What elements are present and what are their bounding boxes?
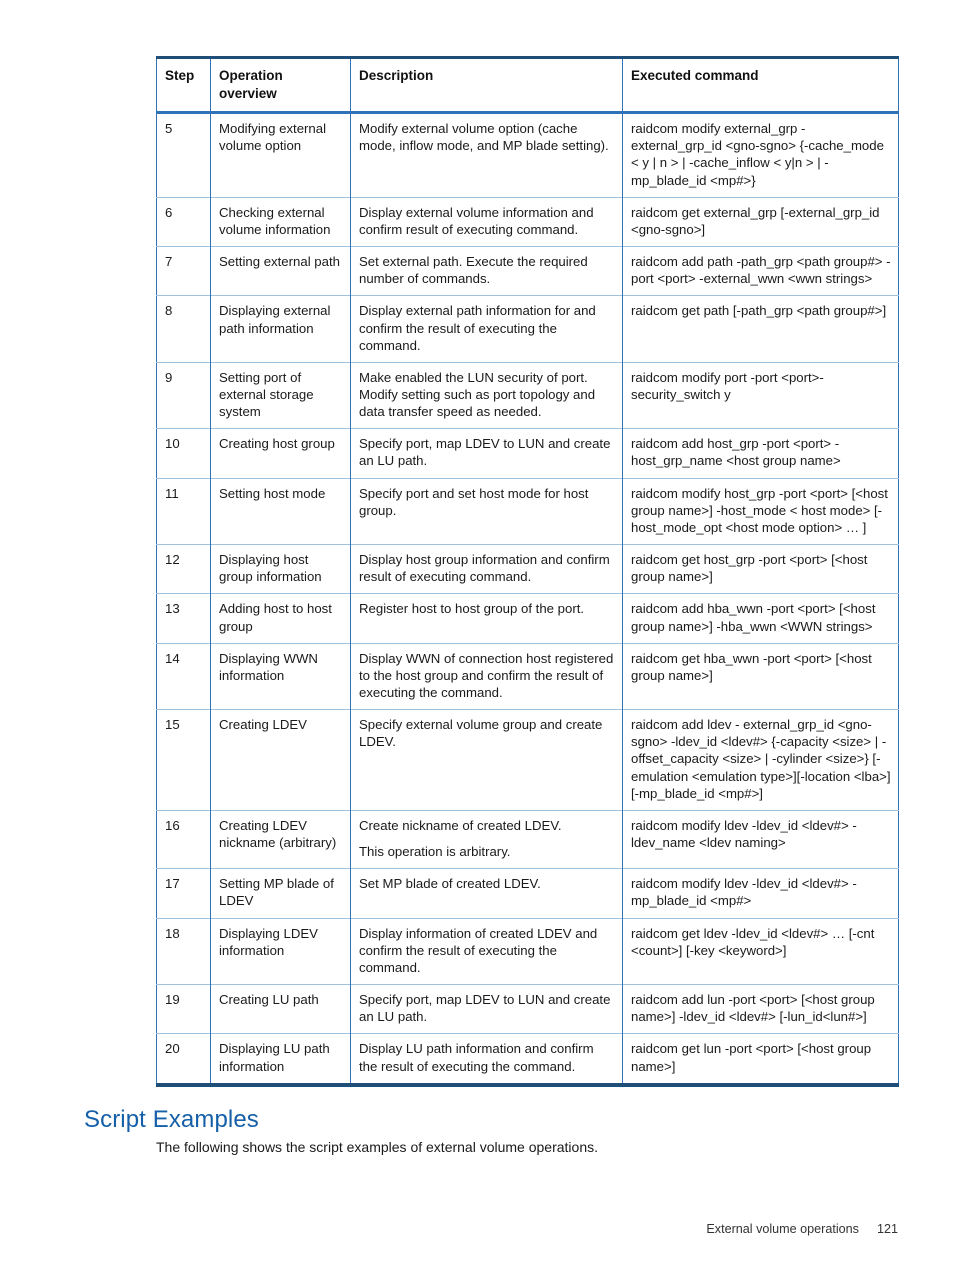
cell-operation: Creating host group <box>210 428 351 479</box>
table-row: 19 Creating LU path Specify port, map LD… <box>156 984 899 1034</box>
steps-table: Step Operation overview Description Exec… <box>156 56 899 1087</box>
page-footer: External volume operations 121 <box>0 1222 898 1236</box>
cell-command: raidcom modify ldev -ldev_id <ldev#> -ld… <box>622 809 899 869</box>
table-row: 16 Creating LDEV nickname (arbitrary) Cr… <box>156 809 899 869</box>
cell-description: Set external path. Execute the required … <box>350 246 623 296</box>
table-row: 10 Creating host group Specify port, map… <box>156 428 899 479</box>
table-row: 18 Displaying LDEV information Display i… <box>156 917 899 985</box>
cell-step: 8 <box>156 295 211 363</box>
table-row: 20 Displaying LU path information Displa… <box>156 1033 899 1085</box>
cell-description: Set MP blade of created LDEV. <box>350 868 623 919</box>
column-header-description: Description <box>350 57 623 115</box>
table-row: 8 Displaying external path information D… <box>156 295 899 363</box>
table-row: 17 Setting MP blade of LDEV Set MP blade… <box>156 868 899 919</box>
cell-description: Specify port, map LDEV to LUN and create… <box>350 984 623 1034</box>
cell-operation: Setting host mode <box>210 477 351 545</box>
table-row: 12 Displaying host group information Dis… <box>156 544 899 594</box>
cell-command: raidcom add path -path_grp <path group#>… <box>622 246 899 296</box>
cell-step: 13 <box>156 593 211 644</box>
cell-description: Make enabled the LUN security of port. M… <box>350 361 623 429</box>
cell-step: 5 <box>156 112 211 198</box>
steps-table-container: Step Operation overview Description Exec… <box>156 56 899 1087</box>
cell-description: Display LU path information and confirm … <box>350 1033 623 1085</box>
cell-command: raidcom add host_grp -port <port> -host_… <box>622 428 899 479</box>
cell-step: 12 <box>156 544 211 594</box>
cell-command: raidcom get external_grp [-external_grp_… <box>622 196 899 247</box>
table-header-row: Step Operation overview Description Exec… <box>156 57 899 115</box>
cell-command: raidcom modify external_grp -external_gr… <box>631 121 884 188</box>
cell-step: 10 <box>156 428 211 479</box>
section-paragraph: The following shows the script examples … <box>156 1139 598 1155</box>
cell-operation: Displaying WWN information <box>210 642 351 710</box>
footer-section-label: External volume operations <box>706 1222 859 1236</box>
cell-description: Specify port and set host mode for host … <box>350 477 623 545</box>
cell-operation: Adding host to host group <box>210 593 351 644</box>
cell-step: 9 <box>156 361 211 429</box>
table-row: 14 Displaying WWN information Display WW… <box>156 642 899 710</box>
cell-operation: Checking external volume information <box>210 196 351 247</box>
cell-description: Modify external volume option (cache mod… <box>350 112 623 198</box>
document-page: Step Operation overview Description Exec… <box>0 0 954 1271</box>
description-line: Create nickname of created LDEV. <box>359 817 562 833</box>
cell-operation: Setting external path <box>210 246 351 296</box>
cell-step: 19 <box>156 984 211 1034</box>
cell-command: raidcom modify host_grp -port <port> [<h… <box>622 477 899 545</box>
cell-description: Specify external volume group and create… <box>350 709 623 811</box>
cell-step: 16 <box>156 809 211 869</box>
cell-operation: Displaying LU path information <box>210 1033 351 1085</box>
cell-description: Display WWN of connection host registere… <box>350 642 623 710</box>
cell-step: 6 <box>156 196 211 247</box>
cell-command: raidcom modify port -port <port>-securit… <box>622 361 899 429</box>
cell-operation: Displaying host group information <box>210 544 351 594</box>
column-header-step: Step <box>156 57 211 115</box>
table-row: 15 Creating LDEV Specify external volume… <box>156 709 899 811</box>
cell-operation: Creating LDEV <box>210 709 351 811</box>
cell-step: 15 <box>156 709 211 811</box>
cell-description: Register host to host group of the port. <box>350 593 623 644</box>
cell-command: raidcom get hba_wwn -port <port> [<host … <box>622 642 899 710</box>
cell-step: 14 <box>156 642 211 710</box>
cell-step: 7 <box>156 246 211 296</box>
cell-operation: Setting MP blade of LDEV <box>210 868 351 919</box>
cell-step: 20 <box>156 1033 211 1085</box>
cell-command: raidcom add ldev - external_grp_id <gno-… <box>622 709 899 811</box>
table-row: 7 Setting external path Set external pat… <box>156 246 899 296</box>
description-line: This operation is arbitrary. <box>359 844 511 860</box>
table-row: 5 Modifying external volume option Modif… <box>156 112 899 198</box>
cell-operation: Creating LU path <box>210 984 351 1034</box>
cell-operation: Creating LDEV nickname (arbitrary) <box>210 809 351 869</box>
column-header-operation-overview: Operation overview <box>210 57 351 115</box>
cell-description: Specify port, map LDEV to LUN and create… <box>350 428 623 479</box>
table-row: 6 Checking external volume information D… <box>156 196 899 247</box>
table-row: 9 Setting port of external storage syste… <box>156 361 899 429</box>
cell-command: raidcom modify ldev -ldev_id <ldev#> -mp… <box>622 868 899 919</box>
table-row: 13 Adding host to host group Register ho… <box>156 593 899 644</box>
table-body: 5 Modifying external volume option Modif… <box>156 112 899 1085</box>
cell-description: Display host group information and confi… <box>350 544 623 594</box>
cell-command: raidcom get host_grp -port <port> [<host… <box>622 544 899 594</box>
cell-description: Create nickname of created LDEV. This op… <box>350 809 623 869</box>
cell-operation: Displaying LDEV information <box>210 917 351 985</box>
cell-description: Display external path information for an… <box>350 295 623 363</box>
table-row: 11 Setting host mode Specify port and se… <box>156 477 899 545</box>
cell-operation: Setting port of external storage system <box>210 361 351 429</box>
cell-command: raidcom get path [-path_grp <path group#… <box>622 295 899 363</box>
cell-step: 11 <box>156 477 211 545</box>
cell-description: Display external volume information and … <box>350 196 623 247</box>
table-header: Step Operation overview Description Exec… <box>156 57 899 115</box>
footer-page-number: 121 <box>876 1222 898 1236</box>
cell-description: Display information of created LDEV and … <box>350 917 623 985</box>
cell-step: 18 <box>156 917 211 985</box>
column-header-executed-command: Executed command <box>622 57 899 115</box>
cell-command: raidcom get ldev -ldev_id <ldev#> … [-cn… <box>622 917 899 985</box>
cell-operation: Displaying external path information <box>210 295 351 363</box>
section-heading-script-examples: Script Examples <box>84 1105 259 1133</box>
cell-operation: Modifying external volume option <box>210 112 351 198</box>
cell-step: 17 <box>156 868 211 919</box>
cell-command: raidcom add lun -port <port> [<host grou… <box>622 984 899 1034</box>
cell-command: raidcom get lun -port <port> [<host grou… <box>622 1033 899 1085</box>
cell-command: raidcom add hba_wwn -port <port> [<host … <box>622 593 899 644</box>
